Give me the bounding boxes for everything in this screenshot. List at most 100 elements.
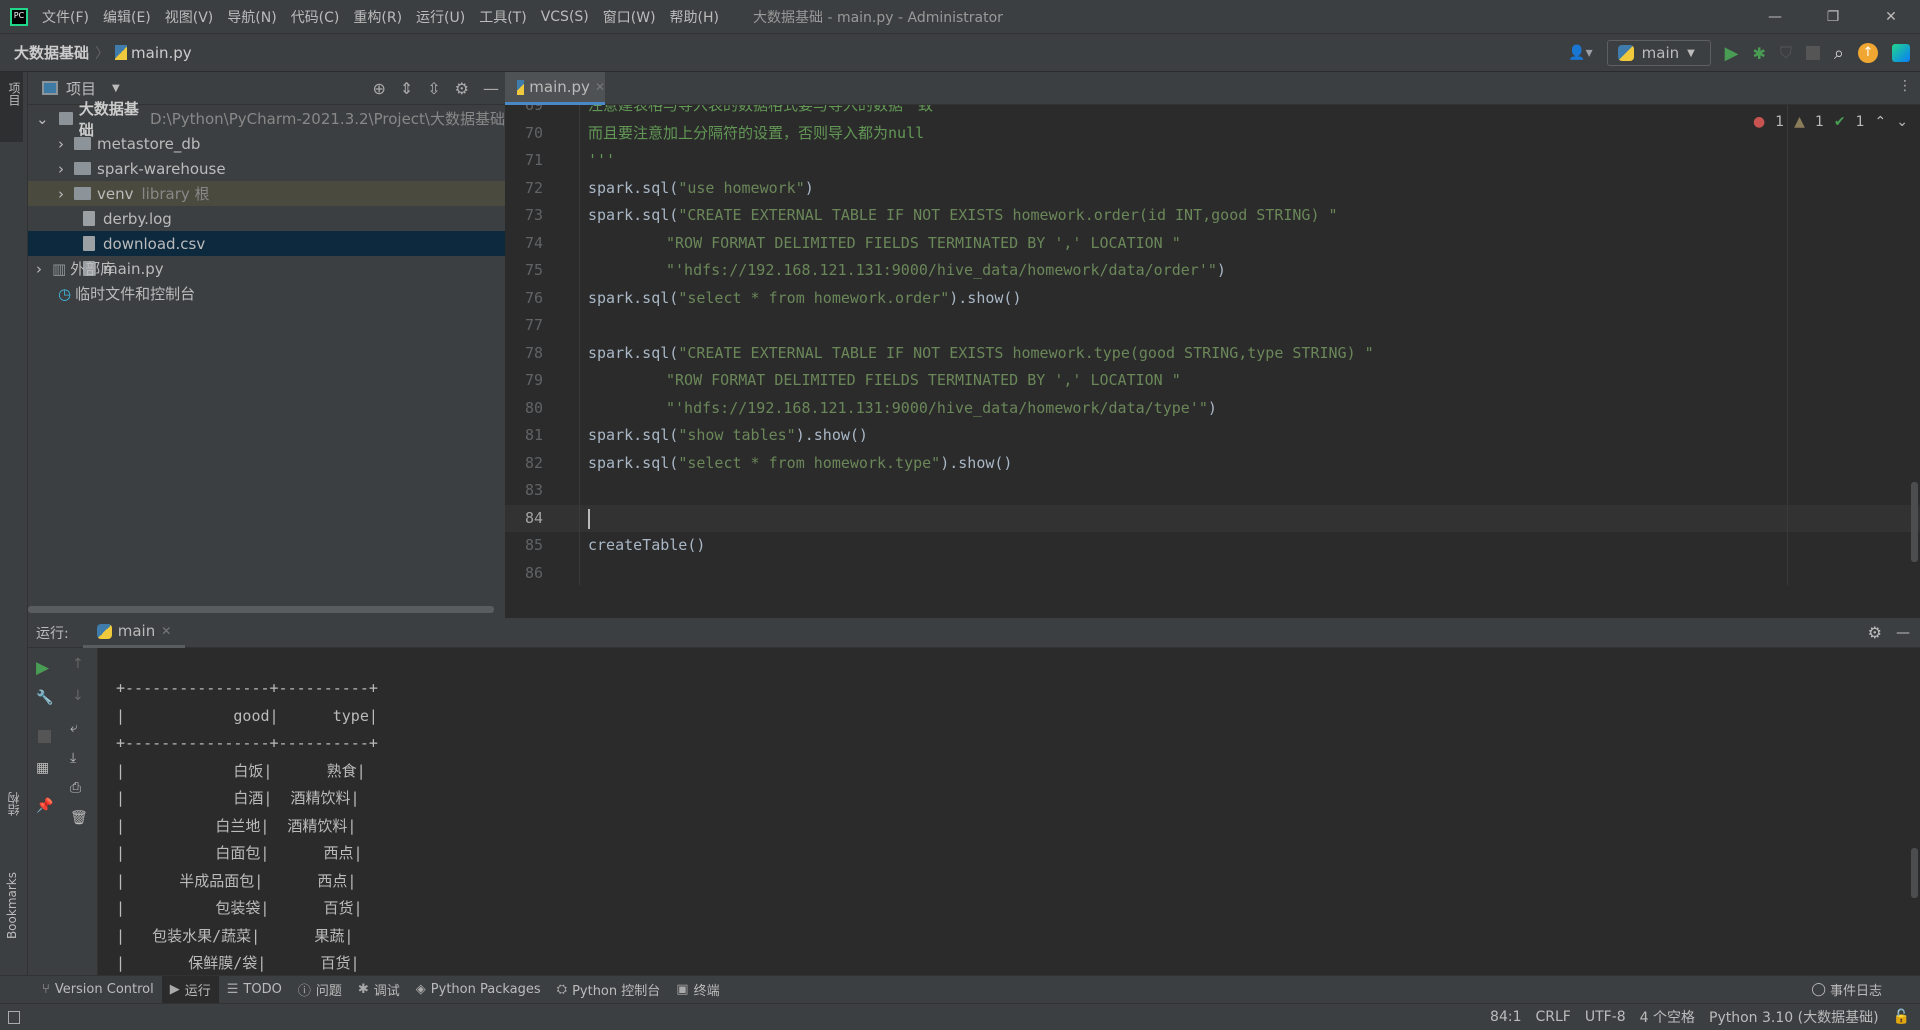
tool-window-button[interactable]: ✱ 调试 — [350, 976, 408, 1004]
vertical-scrollbar[interactable] — [1911, 482, 1918, 562]
cursor-position[interactable]: 84:1 — [1490, 1009, 1521, 1025]
code-line[interactable]: 76 spark.sql("select * from homework.orde… — [505, 285, 1920, 313]
tool-window-button[interactable]: ⑂ Version Control — [34, 976, 162, 1004]
tree-root[interactable]: ⌄ 大数据基础 D:\Python\PyCharm-2021.3.2\Proje… — [28, 100, 505, 139]
code-line[interactable]: 69 注意建表格与导入表的数据格式要与导入的数据一致 — [505, 105, 1920, 120]
run-icon[interactable]: ▶ — [1725, 43, 1739, 64]
project-view-title[interactable]: 项目 — [66, 78, 96, 99]
restore-button[interactable]: ❐ — [1804, 9, 1862, 25]
menu-item[interactable]: 代码(C) — [291, 7, 340, 27]
chevron-down-icon[interactable]: ▼ — [112, 83, 120, 94]
code-line[interactable]: 73 spark.sql("CREATE EXTERNAL TABLE IF NO… — [505, 202, 1920, 230]
user-icon[interactable]: 👤▾ — [1568, 45, 1592, 61]
line-separator[interactable]: CRLF — [1536, 1009, 1571, 1025]
code-line[interactable]: 84 — [505, 504, 1920, 532]
menu-item[interactable]: 编辑(E) — [103, 7, 151, 27]
hide-icon[interactable]: — — [1896, 625, 1910, 641]
toolbox-icon[interactable] — [1892, 44, 1910, 62]
up-icon[interactable]: ↑ — [72, 656, 84, 672]
tool-windows-toggle-icon[interactable] — [8, 1010, 20, 1024]
breadcrumb-project[interactable]: 大数据基础 — [14, 42, 89, 63]
code-line[interactable]: 80 "'hdfs://192.168.121.131:9000/hive_dat… — [505, 395, 1920, 423]
menu-item[interactable]: 运行(U) — [416, 7, 465, 27]
run-tab-main[interactable]: main ✕ — [82, 618, 186, 648]
code-line[interactable]: 75 "'hdfs://192.168.121.131:9000/hive_dat… — [505, 257, 1920, 285]
update-icon[interactable]: ↑ — [1858, 43, 1878, 63]
code-line[interactable]: 85 createTable() — [505, 532, 1920, 560]
settings-wrench-icon[interactable]: 🔧 — [36, 690, 53, 706]
horizontal-scrollbar[interactable] — [28, 606, 494, 613]
tree-item[interactable]: › spark-warehouse — [28, 156, 505, 181]
layout-icon[interactable]: ▦ — [36, 760, 49, 776]
code-line[interactable]: 77 — [505, 312, 1920, 340]
tool-window-button[interactable]: ▣ 终端 — [668, 976, 727, 1004]
print-icon[interactable]: ⎙ — [70, 780, 81, 796]
gear-icon[interactable]: ⚙ — [455, 79, 469, 98]
code-line[interactable]: 78 spark.sql("CREATE EXTERNAL TABLE IF NO… — [505, 340, 1920, 368]
code-line[interactable]: 74 "ROW FORMAT DELIMITED FIELDS TERMINATE… — [505, 230, 1920, 258]
code-line[interactable]: 82 spark.sql("select * from homework.type… — [505, 450, 1920, 478]
debug-icon[interactable]: ✱ — [1752, 44, 1765, 63]
tree-scratches[interactable]: ◷ 临时文件和控制台 — [28, 281, 505, 306]
tree-item[interactable]: download.csv — [28, 231, 505, 256]
collapse-all-icon[interactable]: ⇳ — [427, 79, 440, 98]
console-line: | 白兰地| 酒精饮料| — [116, 816, 357, 835]
tool-window-button[interactable]: ⛭ Python 控制台 — [549, 976, 669, 1004]
code-line[interactable]: 86 — [505, 560, 1920, 586]
code-line[interactable]: 79 "ROW FORMAT DELIMITED FIELDS TERMINATE… — [505, 367, 1920, 395]
structure-tool-button[interactable]: 结构 — [5, 792, 22, 816]
breadcrumb-file[interactable]: main.py — [131, 44, 192, 62]
close-tab-icon[interactable]: ✕ — [595, 80, 605, 94]
tree-item[interactable]: › metastore_db — [28, 131, 505, 156]
code-line[interactable]: 71 ''' — [505, 147, 1920, 175]
coverage-icon[interactable]: ⛉ — [1780, 43, 1792, 63]
trash-icon[interactable]: 🗑 — [70, 810, 88, 826]
indent-setting[interactable]: 4 个空格 — [1640, 1007, 1695, 1027]
down-icon[interactable]: ↓ — [72, 688, 84, 704]
tab-main-py[interactable]: main.py ✕ — [505, 72, 605, 105]
code-line[interactable]: 83 — [505, 477, 1920, 505]
menu-item[interactable]: 窗口(W) — [603, 7, 656, 27]
menu-item[interactable]: 帮助(H) — [670, 7, 719, 27]
code-line[interactable]: 72 spark.sql("use homework") — [505, 175, 1920, 203]
run-config-selector[interactable]: main ▼ — [1606, 40, 1711, 66]
menu-item[interactable]: 重构(R) — [353, 7, 402, 27]
close-tab-icon[interactable]: ✕ — [161, 624, 171, 638]
code-line[interactable]: 70 而且要注意加上分隔符的设置，否则导入都为null — [505, 120, 1920, 148]
search-icon[interactable]: ⌕ — [1834, 43, 1844, 64]
hide-icon[interactable]: — — [483, 79, 499, 98]
soft-wrap-icon[interactable]: ⤶ — [70, 720, 78, 736]
menu-item[interactable]: VCS(S) — [541, 9, 589, 25]
stop-icon[interactable] — [1805, 46, 1820, 60]
rerun-icon[interactable]: ▶ — [36, 658, 49, 678]
menu-item[interactable]: 视图(V) — [165, 7, 214, 27]
expand-all-icon[interactable]: ⇕ — [400, 79, 413, 98]
code-line[interactable]: 81 spark.sql("show tables").show() — [505, 422, 1920, 450]
tool-window-button[interactable]: ☰ TODO — [219, 976, 290, 1004]
close-window-button[interactable]: ✕ — [1862, 9, 1920, 25]
scroll-to-end-icon[interactable]: ⤓ — [70, 750, 76, 766]
tool-window-button[interactable]: ◈ Python Packages — [408, 976, 549, 1004]
file-encoding[interactable]: UTF-8 — [1585, 1009, 1626, 1025]
lock-icon[interactable]: 🔓 — [1893, 1009, 1910, 1025]
tree-item[interactable]: › venv library 根 — [28, 181, 505, 206]
menu-item[interactable]: 工具(T) — [479, 7, 526, 27]
minimize-button[interactable]: — — [1746, 9, 1804, 25]
pin-icon[interactable]: 📌 — [36, 798, 53, 814]
menu-item[interactable]: 文件(F) — [42, 7, 89, 27]
python-interpreter[interactable]: Python 3.10 (大数据基础) — [1709, 1007, 1879, 1027]
tool-window-button[interactable]: ▶ 运行 — [161, 975, 219, 1004]
stop-icon[interactable] — [38, 730, 51, 743]
project-tool-button[interactable]: 项目 — [0, 72, 23, 142]
more-icon[interactable]: ⋮ — [1898, 78, 1912, 94]
folder-icon — [74, 187, 91, 200]
bookmarks-tool-button[interactable]: Bookmarks — [5, 872, 19, 939]
locate-icon[interactable]: ⊕ — [372, 79, 385, 98]
event-log-button[interactable]: ◯ 事件日志 — [1803, 976, 1890, 1004]
tree-item[interactable]: derby.log — [28, 206, 505, 231]
tree-external-libraries[interactable]: › ▥ 外部库 — [28, 256, 505, 281]
gear-icon[interactable]: ⚙ — [1868, 623, 1882, 642]
console-scrollbar[interactable] — [1911, 848, 1918, 898]
tool-window-button[interactable]: ⓘ 问题 — [290, 976, 350, 1004]
menu-item[interactable]: 导航(N) — [227, 7, 276, 27]
